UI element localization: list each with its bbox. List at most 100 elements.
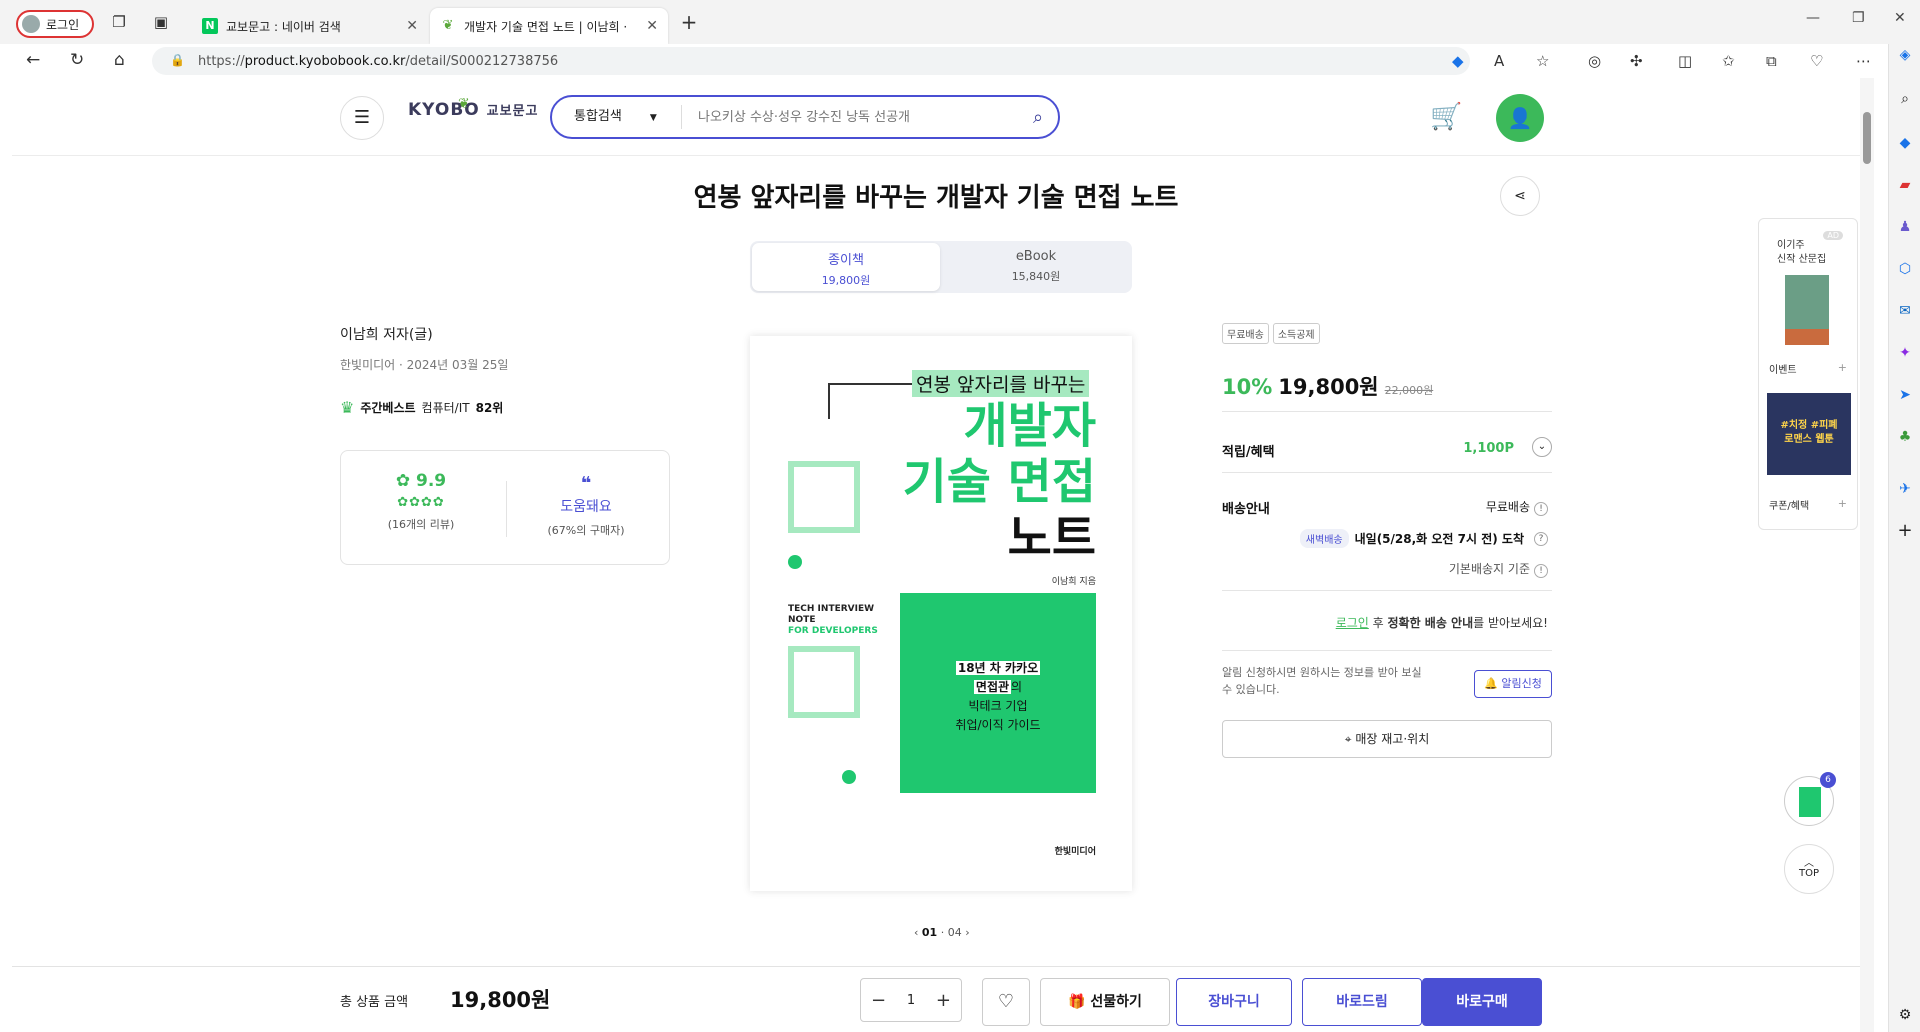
search-category-select[interactable]: 통합검색 ▼ xyxy=(552,105,682,129)
close-icon[interactable]: ✕ xyxy=(646,18,658,34)
window-close-icon[interactable]: ✕ xyxy=(1894,10,1906,26)
divider xyxy=(1222,411,1552,412)
chevron-left-icon[interactable]: ‹ xyxy=(914,926,918,939)
search-icon[interactable]: ⌕ xyxy=(1018,107,1058,128)
workspaces-icon[interactable]: ❐ xyxy=(110,13,128,31)
book-cover-image[interactable]: 연봉 앞자리를 바꾸는 개발자 기술 면접 노트 이남희 지음 TECH INT… xyxy=(750,336,1132,891)
shopping-icon[interactable]: ◆ xyxy=(1896,134,1914,152)
split-screen-icon[interactable]: ◫ xyxy=(1678,52,1692,70)
copilot-icon[interactable]: ◈ xyxy=(1896,46,1914,64)
rail-ad-title[interactable]: 이기주 신작 산문집 xyxy=(1777,239,1826,267)
info-icon[interactable]: ! xyxy=(1534,564,1548,578)
rail-ad-book-image[interactable] xyxy=(1785,275,1829,345)
app-icon[interactable]: ✈ xyxy=(1896,480,1914,498)
format-price: 15,840원 xyxy=(1011,270,1061,283)
plus-icon[interactable]: + xyxy=(1838,497,1847,510)
back-icon[interactable]: ← xyxy=(26,50,40,70)
author-link[interactable]: 이남희 저자(글) xyxy=(340,324,433,344)
divider xyxy=(1222,472,1552,473)
tab-ebook[interactable]: eBook 15,840원 xyxy=(942,243,1130,291)
alert-signup-button[interactable]: 🔔 알림신청 xyxy=(1474,670,1552,698)
search-icon[interactable]: ⌕ xyxy=(1896,90,1914,108)
minimize-icon[interactable]: — xyxy=(1806,10,1820,26)
hamburger-menu-button[interactable]: ☰ xyxy=(340,96,384,140)
tree-icon[interactable]: ♣ xyxy=(1896,428,1914,446)
cover-green-line: 취업/이직 가이드 xyxy=(955,718,1041,732)
outlook-icon[interactable]: ✉ xyxy=(1896,302,1914,320)
kyobo-logo[interactable]: KYOBO 교보문고 xyxy=(408,100,539,120)
share-icon[interactable]: ⋖ xyxy=(1500,176,1540,216)
gift-button[interactable]: 🎁 선물하기 xyxy=(1040,978,1170,1026)
quantity-stepper: − 1 + xyxy=(860,978,962,1022)
microsoft365-icon[interactable]: ⬡ xyxy=(1896,260,1914,278)
search-bar: 통합검색 ▼ ⌕ xyxy=(550,95,1060,139)
home-icon[interactable]: ⌂ xyxy=(114,50,125,70)
extension-icon[interactable]: ◎ xyxy=(1588,52,1601,70)
buy-now-button[interactable]: 바로구매 xyxy=(1422,978,1542,1026)
quote-icon: ❝ xyxy=(580,473,592,494)
extensions-icon[interactable]: ✣ xyxy=(1630,52,1643,70)
base-address[interactable]: 기본배송지 기준! xyxy=(1449,560,1548,578)
designer-icon[interactable]: ✦ xyxy=(1896,344,1914,362)
wishlist-heart-icon[interactable]: ♡ xyxy=(982,978,1030,1026)
plus-icon[interactable]: + xyxy=(936,990,951,1011)
login-link[interactable]: 로그인 xyxy=(1336,616,1369,630)
help-icon[interactable]: ? xyxy=(1534,531,1548,546)
plus-icon[interactable]: + xyxy=(1838,361,1847,374)
collections-icon[interactable]: ⧉ xyxy=(1766,52,1777,70)
more-menu-icon[interactable]: ⋯ xyxy=(1856,52,1871,70)
store-stock-button[interactable]: ⌖ 매장 재고·위치 xyxy=(1222,720,1552,758)
info-icon[interactable]: ! xyxy=(1534,502,1548,516)
tools-icon[interactable]: ▰ xyxy=(1896,176,1914,194)
right-rail: 이기주 신작 산문집 AD 이벤트 + #치정 #피폐 로맨스 웹툰 쿠폰/혜택 + xyxy=(1758,218,1858,530)
tab-paper-book[interactable]: 종이책 19,800원 xyxy=(752,243,940,291)
cart-icon[interactable]: 🛒 xyxy=(1430,102,1462,132)
login-note-end: 를 받아보세요! xyxy=(1473,616,1548,630)
scrollbar-thumb[interactable] xyxy=(1863,112,1871,164)
performance-icon[interactable]: ♡ xyxy=(1810,52,1823,70)
add-to-cart-button[interactable]: 장바구니 xyxy=(1176,978,1292,1026)
cover-green-line: 18년 차 카카오 xyxy=(955,661,1041,675)
cover-english-title: TECH INTERVIEW NOTE FOR DEVELOPERS xyxy=(788,604,878,637)
minus-icon[interactable]: − xyxy=(871,990,886,1011)
gift-label: 선물하기 xyxy=(1090,994,1142,1010)
tab-product-page[interactable]: ❦ 개발자 기술 면접 노트 | 이남희 · ✕ xyxy=(430,8,668,44)
favorites-icon[interactable]: ✩ xyxy=(1722,52,1735,70)
profile-button[interactable]: 로그인 xyxy=(16,10,94,38)
user-account-icon[interactable]: 👤 xyxy=(1496,94,1544,142)
bestseller-badge[interactable]: ♛ 주간베스트 컴퓨터/IT 82위 xyxy=(340,398,503,417)
helpful-summary[interactable]: ❝ 도움돼요 (67%의 구매자) xyxy=(526,473,646,538)
logo-leaf-icon: ❦ xyxy=(458,96,470,112)
rail-coupon-label[interactable]: 쿠폰/혜택 xyxy=(1769,497,1809,512)
rail-event-label[interactable]: 이벤트 xyxy=(1769,361,1797,376)
send-icon[interactable]: ➤ xyxy=(1896,386,1914,404)
scroll-top-button[interactable]: ︿ TOP xyxy=(1784,844,1834,894)
page-scrollbar[interactable] xyxy=(1860,78,1874,1032)
rating-summary[interactable]: ✿ 9.9 ✿✿✿✿ (16개의 리뷰) xyxy=(361,471,481,532)
tab-actions-icon[interactable]: ▣ xyxy=(152,13,170,31)
shipping-label: 배송안내 xyxy=(1222,502,1270,517)
favorite-star-icon[interactable]: ☆ xyxy=(1536,52,1549,70)
pager-current: 01 xyxy=(921,926,938,939)
cover-dot xyxy=(842,770,856,784)
login-note-bold: 정확한 배송 안내 xyxy=(1387,616,1474,630)
close-icon[interactable]: ✕ xyxy=(406,18,418,34)
read-aloud-icon[interactable]: A xyxy=(1494,52,1504,70)
rail-event-banner[interactable]: #치정 #피폐 로맨스 웹툰 xyxy=(1767,393,1851,475)
chevron-down-icon[interactable]: ⌄ xyxy=(1532,437,1552,457)
tab-naver-search[interactable]: N 교보문고 : 네이버 검색 ✕ xyxy=(192,8,428,44)
settings-icon[interactable]: ⚙ xyxy=(1896,1006,1914,1024)
quantity-value[interactable]: 1 xyxy=(907,993,915,1008)
search-input[interactable] xyxy=(682,109,1018,125)
price-tag-icon[interactable]: ◆ xyxy=(1452,52,1464,70)
divider xyxy=(1222,590,1552,591)
site-header: ☰ KYOBO 교보문고 ❦ 통합검색 ▼ ⌕ 🛒 👤 xyxy=(12,78,1860,156)
add-app-icon[interactable]: + xyxy=(1896,522,1914,540)
url-field[interactable]: 🔒 https://product.kyobobook.co.kr/detail… xyxy=(152,47,1470,75)
restore-icon[interactable]: ❐ xyxy=(1852,10,1865,26)
barodrim-button[interactable]: 바로드림 xyxy=(1302,978,1422,1026)
new-tab-icon[interactable]: + xyxy=(680,12,698,32)
refresh-icon[interactable]: ↻ xyxy=(70,50,84,70)
chevron-right-icon[interactable]: › xyxy=(965,926,969,939)
games-icon[interactable]: ♟ xyxy=(1896,218,1914,236)
